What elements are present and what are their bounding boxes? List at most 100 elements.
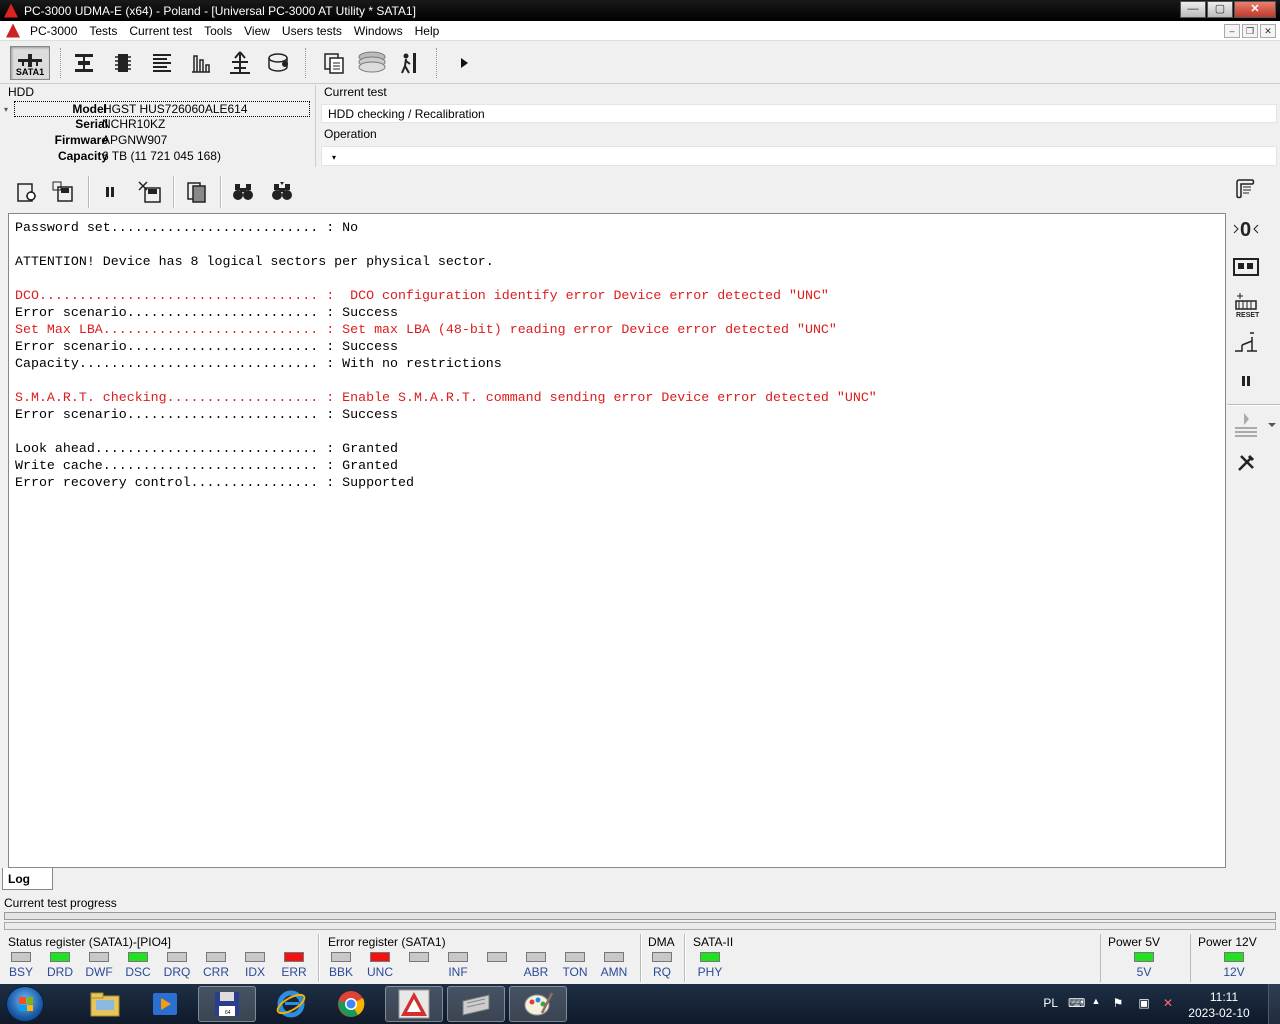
mdi-restore-button[interactable]: ❐: [1242, 24, 1258, 38]
progress-bar-secondary: [4, 922, 1276, 930]
mdi-app-icon[interactable]: [6, 23, 20, 38]
taskbar-explorer[interactable]: [76, 986, 134, 1022]
step-button[interactable]: [1231, 410, 1261, 440]
volume-muted-icon[interactable]: ✕: [1160, 996, 1176, 1012]
mdi-close-button[interactable]: ✕: [1260, 24, 1276, 38]
toolbar-separator: [305, 48, 306, 78]
keyboard-icon[interactable]: ⌨: [1068, 996, 1085, 1012]
board-button[interactable]: [1231, 252, 1261, 282]
log-copy-button[interactable]: [182, 177, 212, 207]
led-label: RQ: [653, 965, 671, 979]
operation-label: Operation: [324, 127, 377, 141]
operation-field[interactable]: ▾: [321, 146, 1277, 166]
tab-log[interactable]: Log: [2, 868, 53, 890]
play-button[interactable]: [448, 46, 480, 80]
explorer-icon: [90, 992, 120, 1017]
led-amn: [604, 952, 624, 962]
led-drq: [167, 952, 187, 962]
taskbar-floppy[interactable]: 64: [198, 986, 256, 1022]
operation-dropdown-arrow[interactable]: ▾: [332, 153, 336, 162]
led-idx: [245, 952, 265, 962]
side-toolbar: 0 RESET: [1227, 172, 1280, 492]
taskbar-pc3000[interactable]: [385, 986, 443, 1022]
step-dropdown-arrow[interactable]: [1265, 410, 1279, 440]
hdd-collapse-arrow[interactable]: ▾: [4, 105, 8, 114]
led-unused: [409, 952, 429, 962]
chart-button[interactable]: [185, 46, 217, 80]
start-button[interactable]: [6, 986, 44, 1022]
maximize-button[interactable]: ▢: [1207, 1, 1233, 18]
svg-text:RESET: RESET: [1236, 312, 1260, 319]
clock-date[interactable]: 2023-02-10: [1184, 1006, 1254, 1020]
led-label: BBK: [328, 965, 353, 979]
taskbar-internet-explorer[interactable]: [262, 986, 320, 1022]
menu-current-test[interactable]: Current test: [123, 24, 198, 38]
menu-users-tests[interactable]: Users tests: [276, 24, 348, 38]
close-button[interactable]: ✕: [1234, 1, 1276, 18]
log-line: Capacity.............................. :…: [15, 356, 502, 371]
hdd-model-key: Model: [72, 102, 107, 116]
log-find-next-button[interactable]: [267, 177, 297, 207]
taskbar-scanner[interactable]: [447, 986, 505, 1022]
network-icon[interactable]: ▣: [1136, 996, 1152, 1012]
led-dwf: [89, 952, 109, 962]
log-save-button[interactable]: [48, 177, 78, 207]
clock-time[interactable]: 11:11: [1194, 990, 1254, 1004]
app-icon[interactable]: [4, 3, 18, 18]
media-player-icon: [153, 993, 177, 1015]
menu-pc3000[interactable]: PC-3000: [24, 24, 83, 38]
mdi-minimize-button[interactable]: –: [1224, 24, 1240, 38]
log-output[interactable]: Password set.......................... :…: [8, 213, 1226, 868]
reset-button[interactable]: RESET: [1231, 290, 1261, 320]
log-clear-button[interactable]: [135, 177, 165, 207]
tray-expand-icon[interactable]: ▲: [1088, 996, 1104, 1012]
stack-button[interactable]: [356, 46, 388, 80]
progress-bar: [4, 912, 1276, 920]
script-button[interactable]: [1231, 174, 1261, 204]
current-test-panel: Current test HDD checking / Recalibratio…: [315, 85, 1278, 167]
log-line-error: S.M.A.R.T. checking................... :…: [15, 390, 877, 405]
menu-view[interactable]: View: [238, 24, 276, 38]
log-find-button[interactable]: [228, 177, 258, 207]
zero-button[interactable]: 0: [1231, 214, 1261, 244]
log-line-error: DCO................................... :…: [15, 288, 829, 303]
error-register-title: Error register (SATA1): [328, 935, 446, 949]
hdd-model-row[interactable]: Model HGST HUS726060ALE614: [14, 101, 310, 117]
chip-button[interactable]: [107, 46, 139, 80]
tools-button[interactable]: [1231, 448, 1261, 478]
sata1-port-button[interactable]: SATA1: [10, 46, 50, 80]
scanner-icon: [462, 994, 490, 1016]
hdd-capacity-row[interactable]: Capacity 6 TB (11 721 045 168): [14, 149, 310, 165]
log-settings-button[interactable]: [12, 177, 42, 207]
show-desktop-button[interactable]: [1268, 984, 1280, 1024]
menu-bar: PC-3000 Tests Current test Tools View Us…: [0, 21, 1280, 41]
minimize-button[interactable]: —: [1180, 1, 1206, 18]
menu-tests[interactable]: Tests: [83, 24, 123, 38]
power-button[interactable]: [1231, 328, 1261, 358]
taskbar-chrome[interactable]: [322, 986, 380, 1022]
menu-help[interactable]: Help: [409, 24, 446, 38]
led-err: [284, 952, 304, 962]
taskbar-paint[interactable]: [509, 986, 567, 1022]
flag-icon[interactable]: ⚑: [1110, 996, 1126, 1012]
list-button[interactable]: [146, 46, 178, 80]
disk-button[interactable]: [263, 46, 295, 80]
drive-head-button[interactable]: [68, 46, 100, 80]
language-indicator[interactable]: PL: [1043, 996, 1058, 1010]
walk-button[interactable]: [394, 46, 426, 80]
tree-button[interactable]: [224, 46, 256, 80]
hdd-serial-row[interactable]: Serial NCHR10KZ: [14, 117, 310, 133]
side-pause-button[interactable]: [1231, 366, 1261, 396]
menu-windows[interactable]: Windows: [348, 24, 409, 38]
led-label: 12V: [1223, 965, 1245, 979]
led-ton: [565, 952, 585, 962]
taskbar-media-player[interactable]: [136, 986, 194, 1022]
menu-tools[interactable]: Tools: [198, 24, 238, 38]
log-pause-button[interactable]: [95, 177, 125, 207]
log-line: Password set.......................... :…: [15, 220, 359, 235]
paint-icon: [524, 992, 554, 1016]
copy-button[interactable]: [318, 46, 350, 80]
hdd-firmware-row[interactable]: Firmware APGNW907: [14, 133, 310, 149]
led-rq: [652, 952, 672, 962]
